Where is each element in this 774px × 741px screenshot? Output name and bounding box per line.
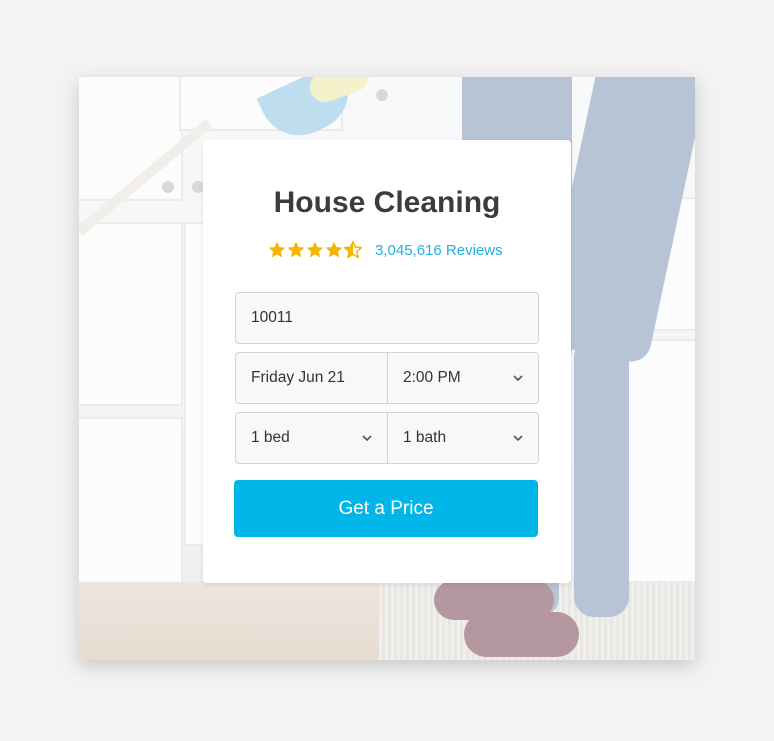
reviews-link[interactable]: 3,045,616 Reviews — [375, 242, 503, 259]
time-select[interactable]: 2:00 PM — [387, 352, 539, 404]
zip-code-input[interactable]: 10011 — [235, 292, 539, 344]
star-rating — [267, 240, 363, 260]
bathrooms-select[interactable]: 1 bath — [387, 412, 539, 464]
date-value: Friday Jun 21 — [251, 369, 345, 386]
booking-card: House Cleaning 3,045,616 Reviews 10011 F… — [203, 140, 571, 583]
star-icon — [268, 241, 286, 258]
date-picker[interactable]: Friday Jun 21 — [235, 352, 388, 404]
star-icon — [306, 241, 324, 258]
rating-row: 3,045,616 Reviews — [267, 238, 503, 262]
bedrooms-value: 1 bed — [251, 429, 290, 446]
star-icon — [287, 241, 305, 258]
chevron-down-icon — [513, 375, 523, 382]
bedrooms-select[interactable]: 1 bed — [235, 412, 388, 464]
half-star-icon — [343, 240, 363, 259]
chevron-down-icon — [362, 435, 372, 442]
get-price-button[interactable]: Get a Price — [234, 480, 538, 537]
bathrooms-value: 1 bath — [403, 429, 447, 446]
zip-code-value: 10011 — [251, 309, 293, 326]
page-title: House Cleaning — [273, 186, 501, 219]
star-icon — [325, 241, 343, 258]
time-value: 2:00 PM — [403, 369, 461, 386]
chevron-down-icon — [513, 435, 523, 442]
